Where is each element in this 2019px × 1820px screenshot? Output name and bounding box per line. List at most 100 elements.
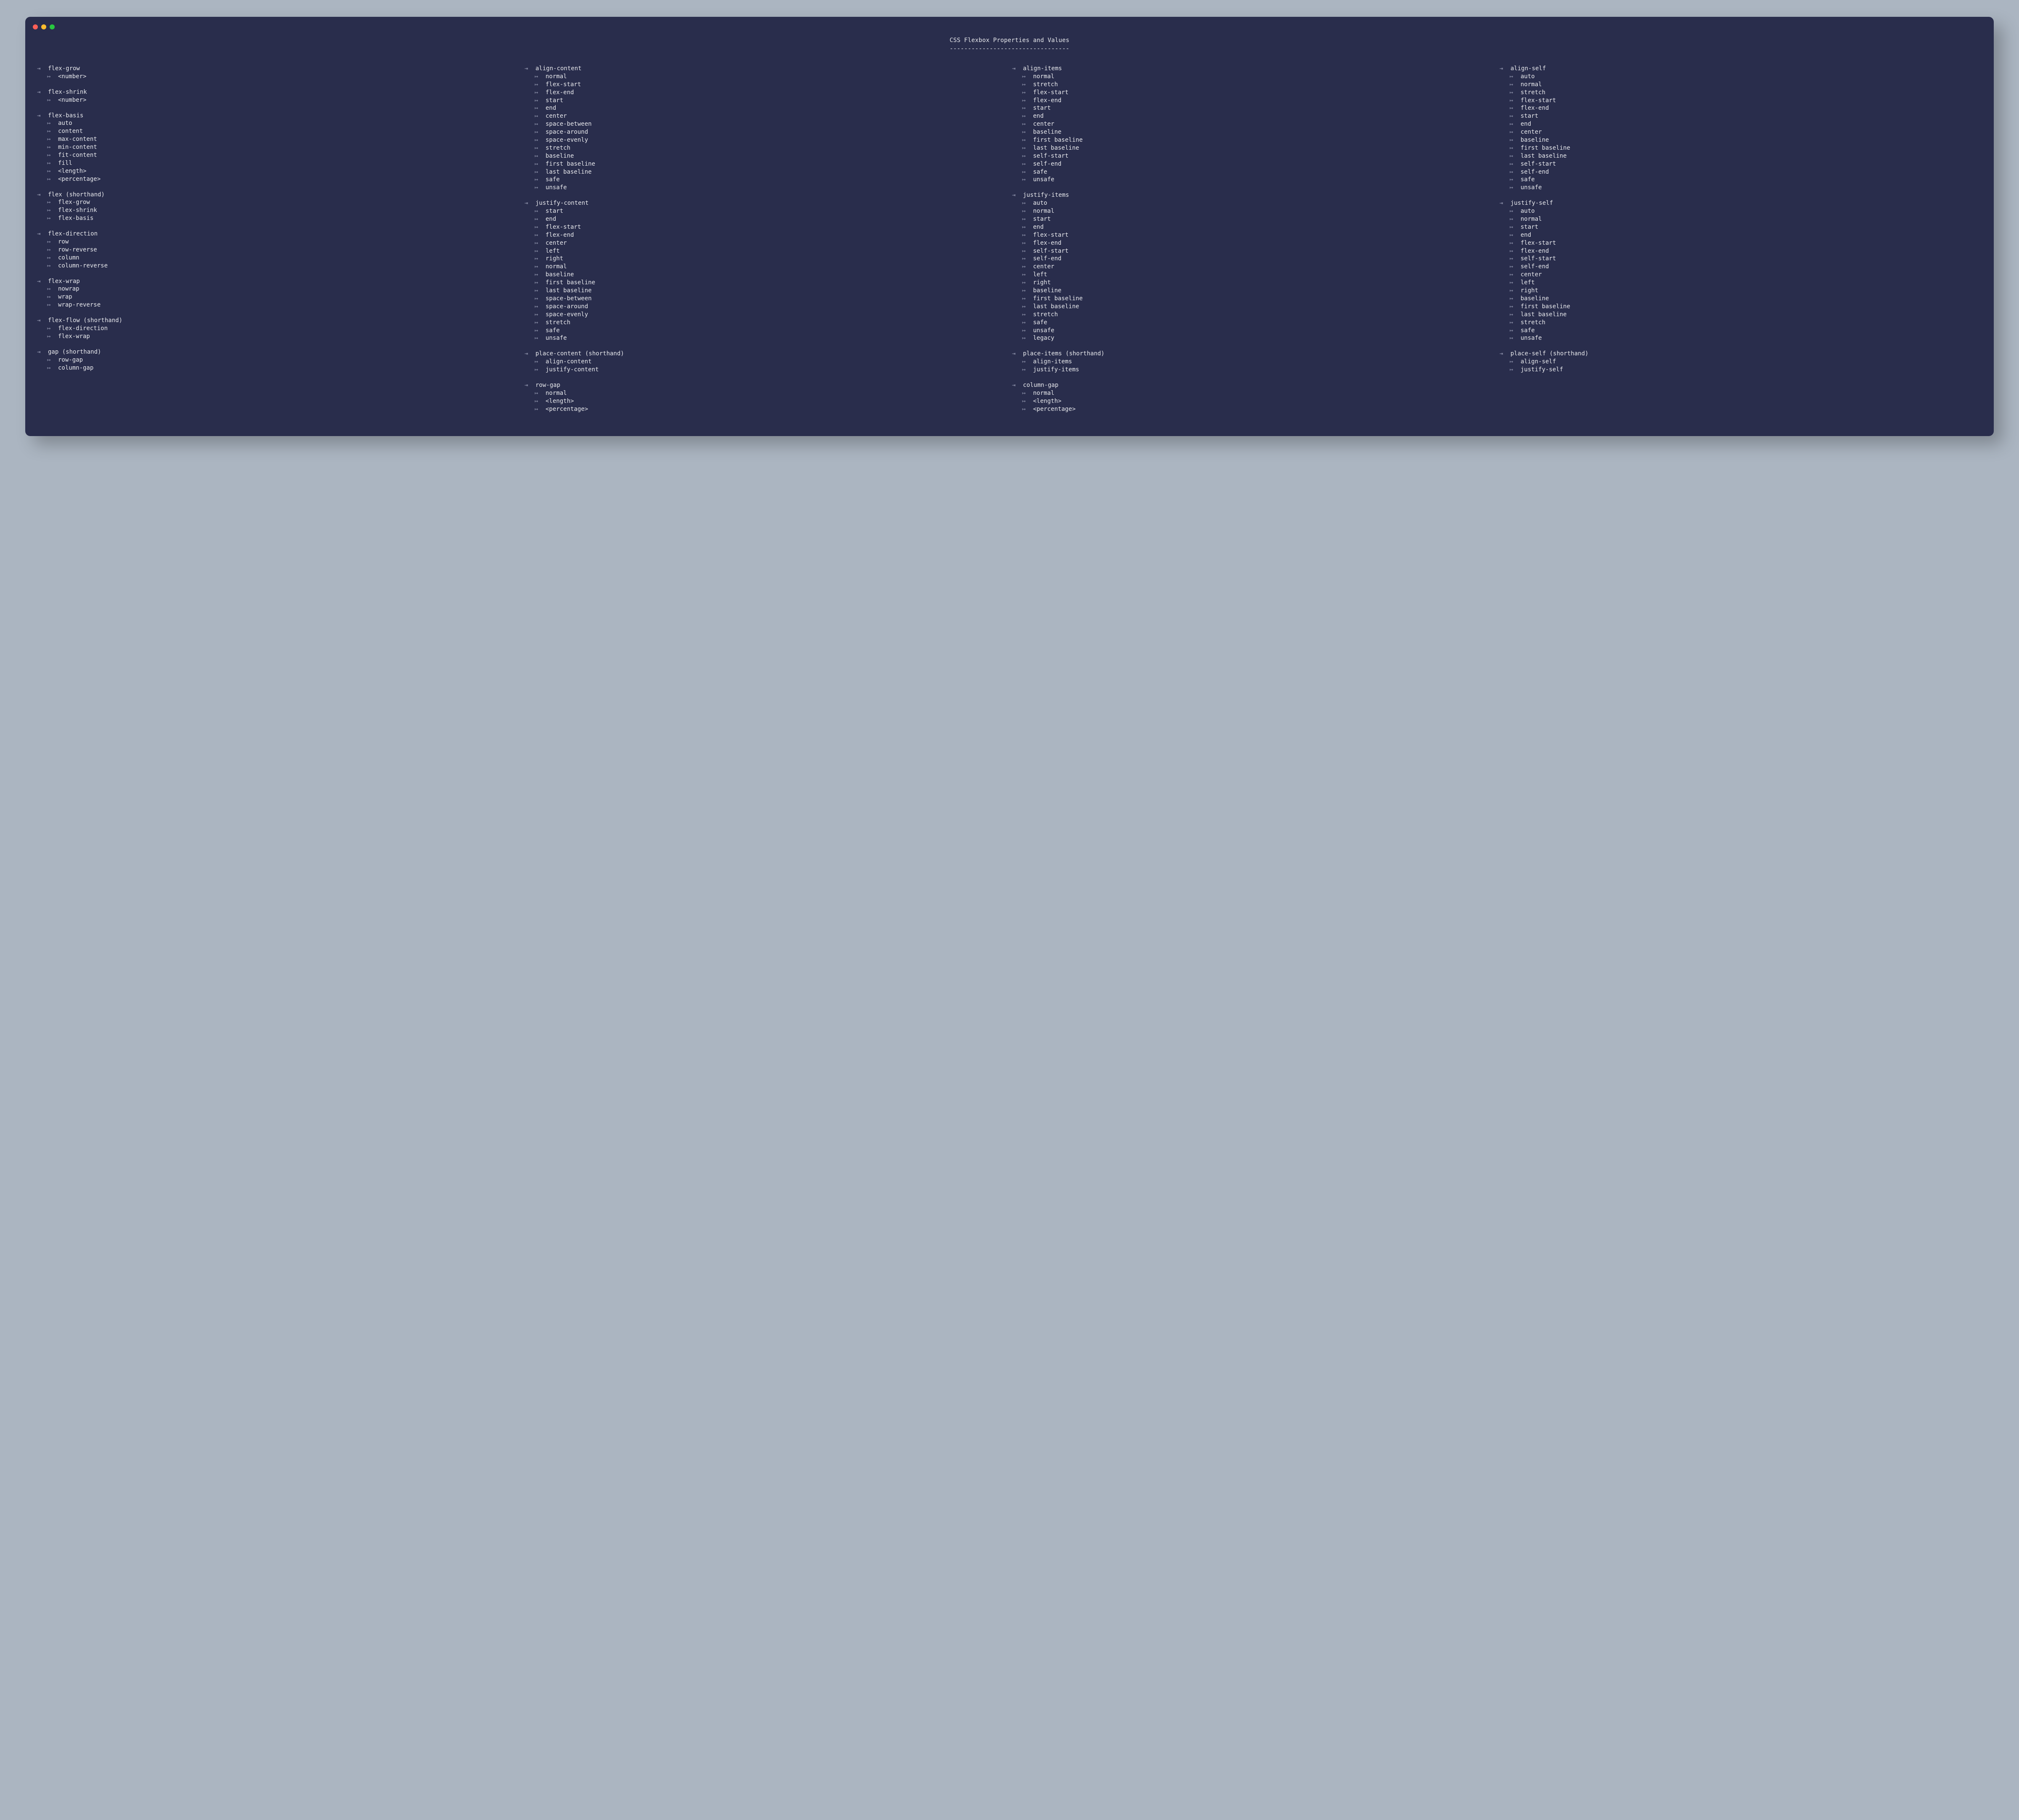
maps-to-icon: ↦ <box>1022 89 1033 97</box>
property-line: ⇥flex-flow (shorthand) <box>37 317 519 325</box>
property-name: flex-wrap <box>48 278 80 286</box>
close-icon[interactable] <box>33 24 38 29</box>
tab-arrow-icon: ⇥ <box>37 317 48 325</box>
maps-to-icon: ↦ <box>1510 104 1521 112</box>
value-line: ↦normal <box>1012 207 1494 215</box>
title-underline: --------------------------------- <box>25 45 1994 65</box>
value-line: ↦self-start <box>1500 255 1982 263</box>
value-line: ↦first baseline <box>1500 303 1982 311</box>
value-line: ↦flex-wrap <box>37 333 519 341</box>
property-block: ⇥place-content (shorthand)↦align-content… <box>525 350 1007 374</box>
value-name: center <box>1033 120 1055 128</box>
maps-to-icon: ↦ <box>1022 397 1033 405</box>
value-name: right <box>546 255 563 263</box>
value-name: end <box>1033 112 1044 120</box>
maps-to-icon: ↦ <box>1022 239 1033 247</box>
maps-to-icon: ↦ <box>1022 327 1033 335</box>
value-line: ↦start <box>525 207 1007 215</box>
value-name: first baseline <box>1521 303 1570 311</box>
value-name: self-end <box>1033 160 1061 168</box>
maps-to-icon: ↦ <box>47 73 58 81</box>
property-block: ⇥align-items↦normal↦stretch↦flex-start↦f… <box>1012 65 1494 184</box>
value-name: row-gap <box>58 356 83 364</box>
maps-to-icon: ↦ <box>535 366 546 374</box>
tab-arrow-icon: ⇥ <box>37 230 48 238</box>
value-line: ↦safe <box>1500 327 1982 335</box>
maps-to-icon: ↦ <box>47 159 58 167</box>
maps-to-icon: ↦ <box>1510 255 1521 263</box>
zoom-icon[interactable] <box>50 24 55 29</box>
value-line: ↦<length> <box>525 397 1007 405</box>
maps-to-icon: ↦ <box>1022 366 1033 374</box>
value-name: center <box>546 239 567 247</box>
value-line: ↦nowrap <box>37 285 519 293</box>
maps-to-icon: ↦ <box>535 247 546 255</box>
maps-to-icon: ↦ <box>1510 303 1521 311</box>
maps-to-icon: ↦ <box>1510 334 1521 342</box>
value-line: ↦end <box>1012 223 1494 231</box>
value-line: ↦align-content <box>525 358 1007 366</box>
column: ⇥align-content↦normal↦flex-start↦flex-en… <box>525 65 1007 421</box>
value-name: <length> <box>58 167 86 175</box>
value-name: start <box>1521 112 1538 120</box>
property-name: flex-flow (shorthand) <box>48 317 122 325</box>
maps-to-icon: ↦ <box>1022 152 1033 160</box>
value-line: ↦<percentage> <box>1012 405 1494 413</box>
value-name: flex-start <box>546 223 581 231</box>
value-name: end <box>1033 223 1044 231</box>
value-line: ↦column-reverse <box>37 262 519 270</box>
value-name: normal <box>1521 215 1542 223</box>
minimize-icon[interactable] <box>41 24 46 29</box>
value-name: first baseline <box>546 279 595 287</box>
value-name: flex-start <box>546 81 581 89</box>
value-line: ↦last baseline <box>525 168 1007 176</box>
value-line: ↦content <box>37 127 519 135</box>
value-name: last baseline <box>546 168 592 176</box>
maps-to-icon: ↦ <box>535 279 546 287</box>
value-line: ↦center <box>1500 128 1982 136</box>
maps-to-icon: ↦ <box>1510 287 1521 295</box>
value-line: ↦self-end <box>1500 168 1982 176</box>
value-line: ↦first baseline <box>1500 144 1982 152</box>
tab-arrow-icon: ⇥ <box>525 350 535 358</box>
value-name: normal <box>1033 389 1055 397</box>
value-name: normal <box>1521 81 1542 89</box>
maps-to-icon: ↦ <box>1510 263 1521 271</box>
value-line: ↦right <box>525 255 1007 263</box>
value-line: ↦end <box>1500 231 1982 239</box>
maps-to-icon: ↦ <box>47 356 58 364</box>
value-name: unsafe <box>1033 327 1055 335</box>
maps-to-icon: ↦ <box>47 96 58 104</box>
value-name: flex-shrink <box>58 206 97 214</box>
maps-to-icon: ↦ <box>1510 247 1521 255</box>
value-line: ↦center <box>525 239 1007 247</box>
maps-to-icon: ↦ <box>1022 389 1033 397</box>
value-name: <number> <box>58 96 86 104</box>
value-line: ↦unsafe <box>1012 176 1494 184</box>
maps-to-icon: ↦ <box>535 327 546 335</box>
value-name: unsafe <box>1521 334 1542 342</box>
maps-to-icon: ↦ <box>535 231 546 239</box>
property-line: ⇥flex (shorthand) <box>37 191 519 199</box>
property-line: ⇥place-self (shorthand) <box>1500 350 1982 358</box>
value-line: ↦normal <box>1500 81 1982 89</box>
property-line: ⇥place-content (shorthand) <box>525 350 1007 358</box>
value-name: safe <box>1033 168 1047 176</box>
maps-to-icon: ↦ <box>1022 199 1033 207</box>
tab-arrow-icon: ⇥ <box>1012 65 1023 73</box>
property-name: align-self <box>1510 65 1546 73</box>
value-name: baseline <box>546 152 574 160</box>
value-name: self-start <box>1521 255 1556 263</box>
value-name: flex-start <box>1033 231 1068 239</box>
property-line: ⇥place-items (shorthand) <box>1012 350 1494 358</box>
maps-to-icon: ↦ <box>1510 136 1521 144</box>
value-line: ↦justify-self <box>1500 366 1982 374</box>
value-line: ↦flex-start <box>525 223 1007 231</box>
value-line: ↦self-start <box>1500 160 1982 168</box>
window-titlebar <box>25 24 1994 34</box>
maps-to-icon: ↦ <box>1022 311 1033 319</box>
value-name: end <box>1521 231 1531 239</box>
value-line: ↦unsafe <box>1012 327 1494 335</box>
property-name: flex-basis <box>48 112 83 120</box>
value-line: ↦unsafe <box>1500 334 1982 342</box>
